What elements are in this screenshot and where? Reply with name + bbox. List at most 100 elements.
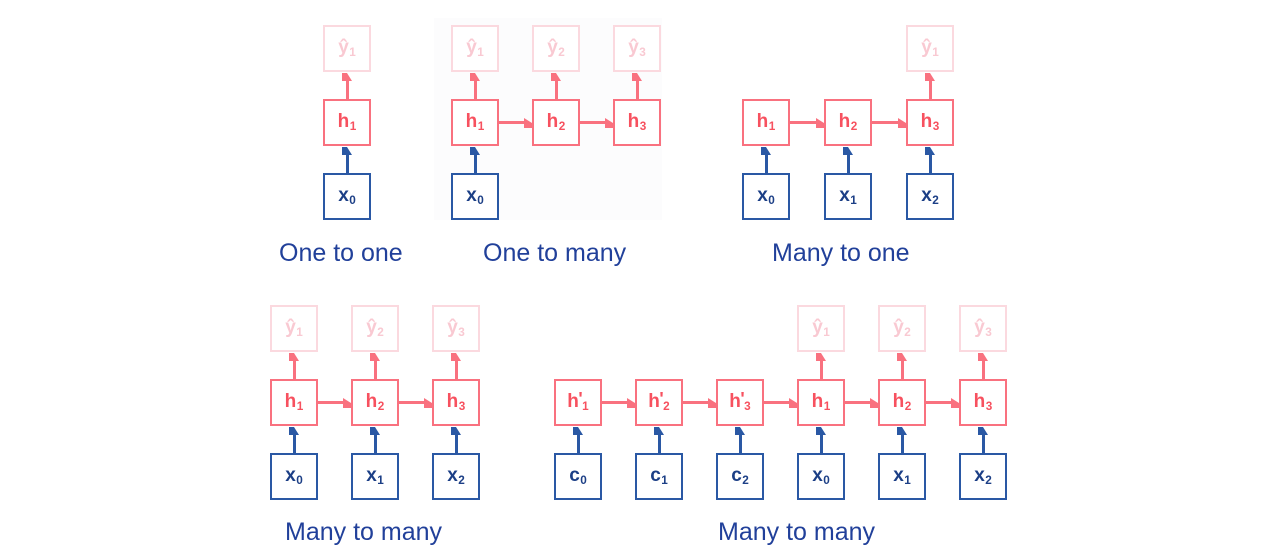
node-input-x2: x2 [432, 453, 480, 500]
arrow-shaft [473, 153, 477, 173]
node-hidden-h-prime-3: h'3 [716, 379, 764, 426]
node-label: x1 [893, 465, 911, 488]
node-hidden-h1: h1 [742, 99, 790, 146]
arrow-shaft [764, 401, 791, 404]
arrow-head-icon [708, 397, 716, 408]
node-input-x2: x2 [906, 173, 954, 220]
node-input-x0: x0 [742, 173, 790, 220]
node-output-y3: ŷ3 [959, 305, 1007, 352]
caption-many-to-one: Many to one [772, 239, 910, 267]
caption-many-to-many-encoder-decoder: Many to many [718, 518, 876, 546]
arrow-shaft [499, 121, 526, 124]
node-label: h3 [627, 111, 647, 134]
node-hidden-h2: h2 [532, 99, 580, 146]
node-label: x2 [921, 185, 939, 208]
node-label: h1 [756, 111, 776, 134]
node-label: ŷ1 [285, 317, 303, 340]
node-input-x1: x1 [351, 453, 399, 500]
arrow-shaft [292, 359, 296, 379]
arrow-shaft [819, 433, 823, 453]
node-output-y1: ŷ1 [797, 305, 845, 352]
node-input-c2: c2 [716, 453, 764, 500]
node-input-x0: x0 [323, 173, 371, 220]
node-output-y2: ŷ2 [351, 305, 399, 352]
arrow-shaft [928, 79, 932, 99]
arrow-head-icon [816, 117, 824, 128]
node-hidden-h-prime-2: h'2 [635, 379, 683, 426]
arrow-shaft [846, 153, 850, 173]
node-output-y1: ŷ1 [323, 25, 371, 72]
arrow-shaft [580, 121, 607, 124]
arrow-head-icon [627, 397, 635, 408]
node-hidden-h1: h1 [451, 99, 499, 146]
node-label: h2 [838, 111, 858, 134]
node-label: c0 [569, 465, 587, 488]
node-label: h1 [284, 391, 304, 414]
arrow-shaft [292, 433, 296, 453]
node-input-x1: x1 [878, 453, 926, 500]
arrow-shaft [819, 359, 823, 379]
node-label: x0 [757, 185, 775, 208]
node-label: ŷ1 [466, 37, 484, 60]
node-output-y3: ŷ3 [613, 25, 661, 72]
arrow-shaft [318, 401, 345, 404]
node-input-c1: c1 [635, 453, 683, 500]
node-input-x2: x2 [959, 453, 1007, 500]
caption-many-to-many: Many to many [285, 518, 443, 546]
arrow-shaft [790, 121, 818, 124]
node-label: x0 [285, 465, 303, 488]
node-label: ŷ1 [338, 37, 356, 60]
node-label: h2 [546, 111, 566, 134]
node-label: x1 [366, 465, 384, 488]
node-output-y1: ŷ1 [906, 25, 954, 72]
arrow-shaft [926, 401, 953, 404]
node-hidden-h1: h1 [270, 379, 318, 426]
node-output-y1: ŷ1 [270, 305, 318, 352]
node-label: c1 [650, 465, 668, 488]
arrow-shaft [454, 433, 458, 453]
node-label: h'2 [648, 388, 670, 414]
arrow-shaft [345, 153, 349, 173]
arrow-shaft [454, 359, 458, 379]
arrow-shaft [602, 401, 629, 404]
arrow-shaft [373, 433, 377, 453]
node-label: ŷ2 [366, 317, 384, 340]
node-label: ŷ3 [628, 37, 646, 60]
arrow-head-icon [951, 397, 959, 408]
node-input-x0: x0 [797, 453, 845, 500]
arrow-head-icon [870, 397, 878, 408]
arrow-shaft [635, 79, 639, 99]
node-label: ŷ2 [547, 37, 565, 60]
rnn-architectures-figure: ŷ1 h1 x0 One to one ŷ1 ŷ2 ŷ3 h1 h2 h3 x0… [0, 0, 1276, 553]
arrow-shaft [981, 433, 985, 453]
node-hidden-h2: h2 [878, 379, 926, 426]
arrow-shaft [900, 359, 904, 379]
arrow-shaft [738, 433, 742, 453]
arrow-shaft [345, 79, 349, 99]
arrow-shaft [473, 79, 477, 99]
node-label: h2 [892, 391, 912, 414]
arrow-shaft [576, 433, 580, 453]
arrow-shaft [981, 359, 985, 379]
node-input-x0: x0 [270, 453, 318, 500]
node-label: h1 [465, 111, 485, 134]
arrow-shaft [373, 359, 377, 379]
arrow-shaft [845, 401, 872, 404]
arrow-shaft [900, 433, 904, 453]
arrow-shaft [399, 401, 426, 404]
node-label: x0 [466, 185, 484, 208]
node-hidden-h3: h3 [613, 99, 661, 146]
arrow-head-icon [789, 397, 797, 408]
node-label: c2 [731, 465, 749, 488]
node-label: ŷ2 [893, 317, 911, 340]
arrow-shaft [657, 433, 661, 453]
node-label: h2 [365, 391, 385, 414]
node-hidden-h3: h3 [432, 379, 480, 426]
node-label: h3 [446, 391, 466, 414]
arrow-shaft [764, 153, 768, 173]
arrow-head-icon [605, 117, 613, 128]
node-hidden-h1: h1 [797, 379, 845, 426]
node-input-c0: c0 [554, 453, 602, 500]
node-hidden-h-prime-1: h'1 [554, 379, 602, 426]
node-label: h'1 [567, 388, 589, 414]
